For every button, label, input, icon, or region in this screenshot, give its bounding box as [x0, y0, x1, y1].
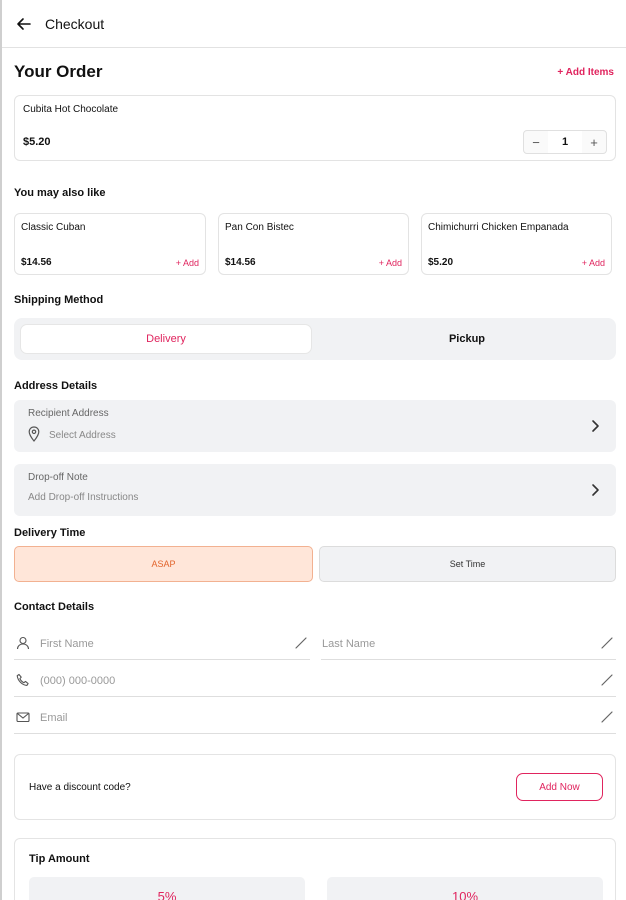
- first-name-field[interactable]: First Name: [14, 630, 310, 660]
- dropoff-note-placeholder: Add Drop-off Instructions: [28, 492, 139, 503]
- order-item-name: Cubita Hot Chocolate: [23, 104, 119, 115]
- phone-placeholder: (000) 000-0000: [40, 675, 116, 687]
- tip-option-10[interactable]: 10%: [327, 877, 603, 900]
- shipping-method-toggle: Delivery Pickup: [14, 318, 616, 360]
- pencil-icon: [600, 710, 614, 724]
- suggestion-name: Pan Con Bistec: [225, 222, 294, 233]
- mail-icon: [16, 710, 30, 724]
- phone-icon: [16, 673, 30, 687]
- asap-button[interactable]: ASAP: [14, 546, 313, 582]
- last-name-placeholder: Last Name: [322, 638, 376, 650]
- last-name-field[interactable]: Last Name: [321, 630, 616, 660]
- suggestion-card[interactable]: Pan Con Bistec $14.56 + Add: [218, 213, 409, 275]
- location-pin-icon: [28, 426, 40, 442]
- discount-card: Have a discount code? Add Now: [14, 754, 616, 820]
- increase-quantity-button[interactable]: +: [582, 131, 606, 153]
- delivery-tab[interactable]: Delivery: [20, 324, 312, 354]
- pickup-tab[interactable]: Pickup: [324, 324, 610, 354]
- order-item-card: Cubita Hot Chocolate $5.20 − 1 +: [14, 95, 616, 161]
- delivery-time-title: Delivery Time: [14, 527, 86, 539]
- app-header: Checkout: [2, 0, 626, 48]
- dropoff-note-row[interactable]: Drop-off Note Add Drop-off Instructions: [14, 464, 616, 516]
- address-details-title: Address Details: [14, 380, 98, 392]
- first-name-placeholder: First Name: [40, 638, 94, 650]
- user-icon: [16, 636, 30, 650]
- discount-prompt: Have a discount code?: [29, 782, 131, 793]
- page-title: Checkout: [45, 16, 105, 32]
- suggestions-title: You may also like: [14, 187, 106, 199]
- suggestion-price: $14.56: [225, 257, 256, 268]
- suggestion-add-button[interactable]: + Add: [176, 258, 199, 268]
- suggestion-add-button[interactable]: + Add: [582, 258, 605, 268]
- add-now-button[interactable]: Add Now: [516, 773, 603, 801]
- quantity-value: 1: [548, 131, 582, 153]
- back-arrow-icon[interactable]: [14, 14, 34, 34]
- chevron-right-icon: [588, 418, 602, 434]
- suggestion-price: $14.56: [21, 257, 52, 268]
- tip-card: Tip Amount 5% 10%: [14, 838, 616, 900]
- order-item-price: $5.20: [23, 136, 51, 148]
- email-placeholder: Email: [40, 712, 68, 724]
- pencil-icon: [600, 636, 614, 650]
- tip-amount-title: Tip Amount: [29, 853, 90, 865]
- contact-details-title: Contact Details: [14, 601, 95, 613]
- pencil-icon: [600, 673, 614, 687]
- suggestion-price: $5.20: [428, 257, 454, 268]
- email-field[interactable]: Email: [14, 704, 616, 734]
- suggestion-name: Chimichurri Chicken Empanada: [428, 222, 569, 233]
- dropoff-note-label: Drop-off Note: [28, 472, 88, 483]
- suggestion-card[interactable]: Chimichurri Chicken Empanada $5.20 + Add: [421, 213, 612, 275]
- suggestion-name: Classic Cuban: [21, 222, 86, 233]
- shipping-method-title: Shipping Method: [14, 294, 104, 306]
- tip-option-5[interactable]: 5%: [29, 877, 305, 900]
- recipient-address-row[interactable]: Recipient Address Select Address: [14, 400, 616, 452]
- chevron-right-icon: [588, 482, 602, 498]
- suggestion-card[interactable]: Classic Cuban $14.56 + Add: [14, 213, 206, 275]
- recipient-address-label: Recipient Address: [28, 408, 109, 419]
- quantity-stepper: − 1 +: [523, 130, 607, 154]
- recipient-address-placeholder: Select Address: [49, 430, 116, 441]
- suggestion-add-button[interactable]: + Add: [379, 258, 402, 268]
- your-order-title: Your Order: [14, 62, 103, 81]
- add-items-link[interactable]: + Add Items: [557, 67, 614, 78]
- pencil-icon: [294, 636, 308, 650]
- decrease-quantity-button[interactable]: −: [524, 131, 548, 153]
- set-time-button[interactable]: Set Time: [319, 546, 616, 582]
- phone-field[interactable]: (000) 000-0000: [14, 667, 616, 697]
